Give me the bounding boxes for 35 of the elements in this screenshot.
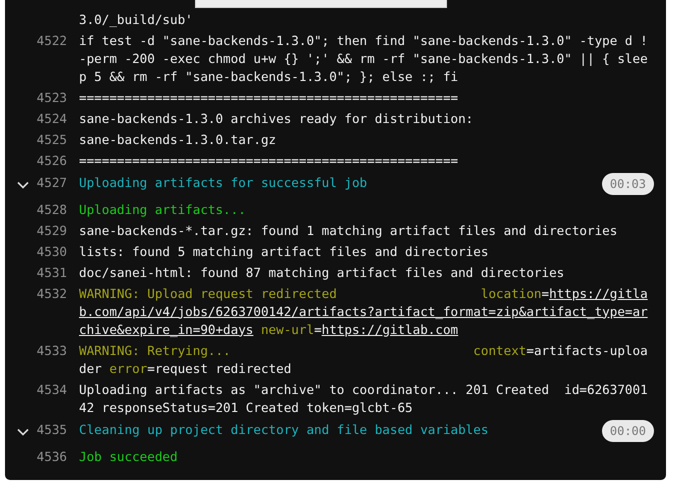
chevron-down-icon[interactable] — [17, 428, 29, 436]
chevron-down-icon[interactable] — [17, 180, 29, 188]
line-number: 4525 — [36, 132, 67, 146]
log-text: sane-backends-1.3.0.tar.gz — [79, 132, 276, 146]
log-line-text: WARNING: Upload request redirected location=https://gitlab.com/api/v4/jobs/6263700142/artifacts?artifact_format=zip&artifact_type=archive&expire_in=90+days new-url=https://gitlab.com — [79, 284, 649, 338]
duration-badge: 00:00 — [602, 420, 654, 442]
line-number: 4526 — [36, 152, 67, 168]
log-text: lists: found 5 matching artifact files and directories — [79, 244, 488, 258]
success-message: Job succeeded — [79, 448, 178, 464]
line-number: 4522 — [36, 32, 67, 48]
duration-badge: 00:03 — [602, 173, 654, 195]
line-number: 4529 — [36, 222, 67, 238]
log-text: ================================================== — [79, 152, 458, 168]
section-title: Cleaning up project directory and file based variables — [79, 422, 488, 437]
log-line-text: WARNING: Retrying... context=artifacts-uploader error=request redirected — [79, 342, 649, 378]
line-number: 4534 — [36, 382, 67, 396]
log-text: sane-backends-1.3.0 archives ready for distribution: — [79, 110, 474, 126]
line-number: 4535 — [36, 422, 67, 437]
line-number: 4523 — [36, 90, 67, 104]
success-message: Uploading artifacts... — [79, 202, 246, 216]
line-number: 4536 — [36, 448, 67, 464]
log-text: Uploading artifacts as "archive" to coordinator... 201 Created id=6263700142 responseStatus=201 Created token=glcbt-65 — [79, 382, 648, 414]
line-number: 4527 — [36, 175, 67, 190]
log-text: 3.0/_build/sub' — [79, 12, 193, 26]
line-number: 4531 — [36, 264, 67, 280]
log-text: doc/sanei-html: found 87 matching artifact files and directories — [79, 264, 564, 280]
line-number: 4524 — [36, 110, 67, 126]
log-text: ================================================== — [79, 90, 458, 104]
line-number: 4530 — [36, 244, 67, 258]
line-number: 4528 — [36, 202, 67, 216]
log-text: if test -d "sane-backends-1.3.0"; then find "sane-backends-1.3.0" -type d ! -perm -200 -exec chmod u+w {} ';' && rm -rf "sane-backends-1.3.0" || { sleep 5 && rm -rf "sane-backends-1.3.0"; }; else :; fi — [79, 32, 649, 84]
log-text: sane-backends-*.tar.gz: found 1 matching artifact files and directories — [79, 222, 618, 238]
line-number: 4533 — [36, 342, 67, 358]
line-number: 4532 — [36, 286, 67, 300]
section-title: Uploading artifacts for successful job — [79, 175, 368, 190]
